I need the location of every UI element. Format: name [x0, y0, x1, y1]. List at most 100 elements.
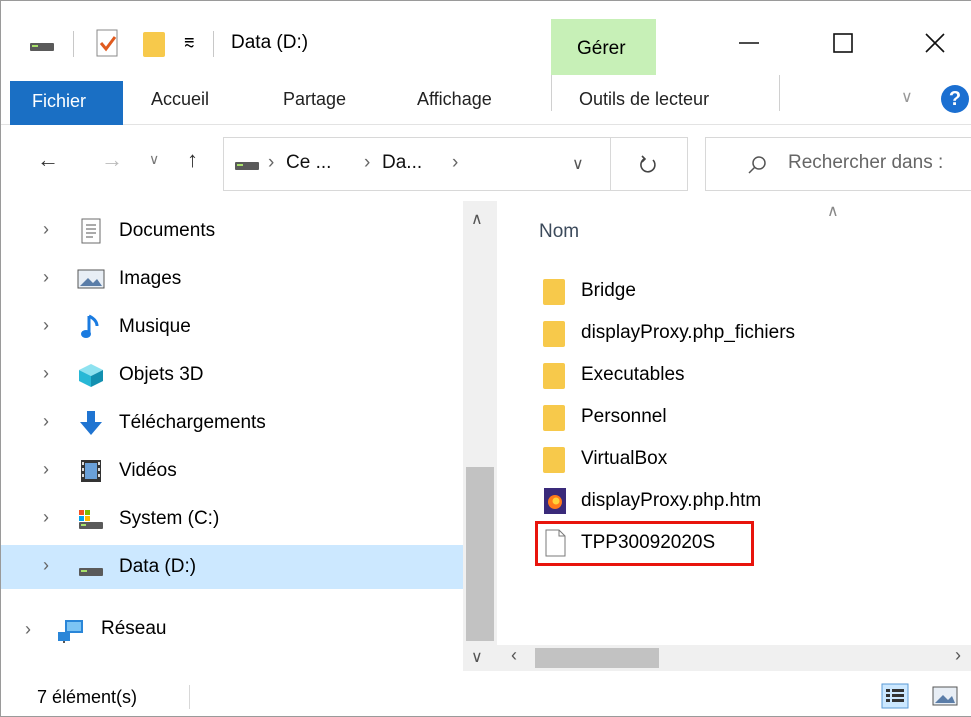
column-header-name[interactable]: Nom — [539, 221, 579, 243]
file-row[interactable]: displayProxy.php_fichiers — [541, 313, 961, 353]
downloads-icon — [80, 411, 102, 435]
tab-share[interactable]: Partage — [283, 89, 346, 110]
nav-label: Musique — [119, 316, 191, 337]
folder-icon — [543, 279, 565, 305]
address-drive-icon — [235, 162, 259, 170]
breadcrumb-separator[interactable]: › — [364, 152, 370, 174]
recent-locations-chevron-icon[interactable]: ∨ — [149, 151, 159, 168]
up-arrow-icon[interactable]: ↑ — [187, 147, 198, 173]
nav-item-music[interactable]: › Musique — [1, 305, 463, 349]
expand-chevron-icon[interactable]: › — [43, 267, 49, 288]
explorer-window: ⩳ Data (D:) Gérer Fichier Accueil Partag… — [0, 0, 971, 717]
scroll-thumb[interactable] — [535, 648, 659, 668]
quick-access-dropdown-icon[interactable]: ⩳ — [184, 32, 195, 53]
tab-file[interactable]: Fichier — [10, 81, 123, 125]
nav-item-3d-objects[interactable]: › Objets 3D — [1, 353, 463, 397]
file-name: VirtualBox — [581, 448, 668, 469]
scroll-up-icon[interactable]: ∧ — [471, 209, 483, 229]
nav-label: Vidéos — [119, 460, 177, 481]
file-row[interactable]: Bridge — [541, 271, 961, 311]
nav-label: Objets 3D — [119, 364, 204, 385]
help-button[interactable]: ? — [941, 85, 969, 113]
file-row[interactable]: Executables — [541, 355, 961, 395]
file-row[interactable]: Personnel — [541, 397, 961, 437]
nav-item-images[interactable]: › Images — [1, 257, 463, 301]
nav-item-data-d[interactable]: › Data (D:) — [1, 545, 463, 589]
breadcrumb-this-pc[interactable]: Ce ... — [286, 152, 331, 174]
expand-chevron-icon[interactable]: › — [43, 411, 49, 432]
status-separator — [189, 685, 190, 709]
content-horizontal-scrollbar[interactable]: ‹ › — [497, 645, 971, 671]
nav-item-videos[interactable]: › Vidéos — [1, 449, 463, 493]
maximize-icon — [833, 33, 853, 53]
maximize-button[interactable] — [813, 21, 873, 65]
expand-chevron-icon[interactable]: › — [43, 555, 49, 576]
title-separator — [73, 31, 74, 57]
search-input[interactable]: Rechercher dans : — [788, 152, 943, 174]
close-button[interactable] — [905, 21, 965, 65]
network-icon — [58, 620, 83, 643]
search-icon — [748, 156, 766, 174]
address-divider — [610, 138, 611, 190]
nav-vertical-scrollbar[interactable]: ∧ ∨ — [463, 201, 497, 671]
expand-chevron-icon[interactable]: › — [43, 459, 49, 480]
documents-icon — [81, 218, 101, 244]
search-box[interactable]: Rechercher dans : — [705, 137, 971, 191]
scroll-right-icon[interactable]: › — [955, 645, 961, 666]
details-view-icon[interactable] — [881, 683, 909, 709]
folder-icon — [543, 321, 565, 347]
nav-label: Téléchargements — [119, 412, 266, 433]
nav-item-network[interactable]: › Réseau — [1, 609, 463, 653]
breadcrumb-separator[interactable]: › — [268, 152, 274, 174]
file-row[interactable]: displayProxy.php.htm — [541, 481, 961, 521]
tab-drive-tools[interactable]: Outils de lecteur — [579, 89, 709, 110]
tab-home[interactable]: Accueil — [151, 89, 209, 110]
nav-label: Images — [119, 268, 182, 289]
ribbon-expand-chevron-icon[interactable]: ∨ — [901, 87, 913, 107]
scroll-left-icon[interactable]: ‹ — [511, 645, 517, 666]
expand-chevron-icon[interactable]: › — [43, 507, 49, 528]
file-name: Bridge — [581, 280, 636, 301]
drive-icon[interactable] — [29, 39, 55, 53]
expand-chevron-icon[interactable]: › — [25, 619, 31, 640]
images-icon — [77, 269, 105, 289]
tab-view[interactable]: Affichage — [417, 89, 492, 110]
breadcrumb-separator[interactable]: › — [452, 152, 458, 174]
address-history-chevron-icon[interactable]: ∨ — [572, 154, 584, 174]
breadcrumb-data[interactable]: Da... — [382, 152, 422, 174]
expand-chevron-icon[interactable]: › — [43, 219, 49, 240]
file-row[interactable]: VirtualBox — [541, 439, 961, 479]
refresh-icon[interactable] — [638, 154, 658, 176]
new-folder-icon[interactable] — [141, 29, 167, 59]
address-bar[interactable]: › Ce ... › Da... › ∨ — [223, 137, 688, 191]
firefox-document-icon — [544, 488, 566, 514]
sort-ascending-icon: ∧ — [827, 203, 839, 220]
nav-item-downloads[interactable]: › Téléchargements — [1, 401, 463, 445]
file-name: displayProxy.php_fichiers — [581, 322, 796, 343]
nav-item-system-c[interactable]: › System (C:) — [1, 497, 463, 541]
system-drive-icon — [79, 510, 103, 529]
expand-chevron-icon[interactable]: › — [43, 315, 49, 336]
scroll-thumb[interactable] — [466, 467, 494, 641]
back-arrow-icon[interactable]: ← — [37, 147, 59, 173]
tab-manage-label: Gérer — [577, 38, 626, 59]
ribbon-separator — [551, 75, 552, 111]
tab-manage[interactable]: Gérer — [551, 19, 656, 75]
file-list: ∧ Nom Bridge displayProxy.php_fichiers E… — [497, 201, 971, 645]
navigation-bar: ← → ∨ ↑ › Ce ... › Da... › ∨ Rechercher … — [1, 125, 971, 201]
nav-label: Data (D:) — [119, 556, 197, 577]
minimize-icon — [739, 42, 759, 44]
scroll-down-icon[interactable]: ∨ — [471, 647, 483, 667]
music-icon — [81, 314, 99, 338]
large-icons-view-icon[interactable] — [931, 685, 959, 707]
expand-chevron-icon[interactable]: › — [43, 363, 49, 384]
minimize-button[interactable] — [719, 21, 779, 65]
nav-item-documents[interactable]: › Documents — [1, 209, 463, 253]
nav-label: Réseau — [101, 618, 167, 639]
item-count: 7 élément(s) — [37, 687, 138, 707]
properties-check-icon[interactable] — [95, 29, 121, 59]
ribbon-separator — [779, 75, 780, 111]
file-name: Executables — [581, 364, 685, 385]
nav-label: System (C:) — [119, 508, 220, 529]
forward-arrow-icon[interactable]: → — [101, 147, 123, 173]
